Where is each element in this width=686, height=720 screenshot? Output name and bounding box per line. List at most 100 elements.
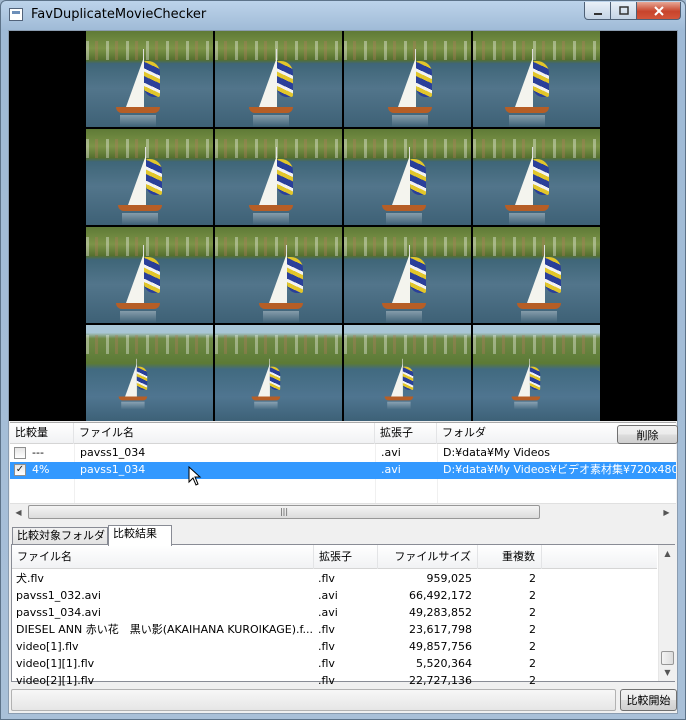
- result-duplicates: 2: [529, 606, 536, 619]
- col-extension[interactable]: 拡張子: [314, 545, 378, 569]
- delete-button[interactable]: 削除: [617, 425, 678, 444]
- video-frame-thumbnail: [473, 31, 600, 127]
- sailboat-icon: [114, 143, 186, 225]
- start-compare-button[interactable]: 比較開始: [620, 689, 677, 711]
- results-list[interactable]: ファイル名 拡張子 ファイルサイズ 重複数 犬.flv .flv 959,025 2 p…: [11, 544, 675, 687]
- result-extension: .flv: [318, 572, 335, 585]
- result-filesize: 23,617,798: [409, 623, 472, 636]
- scroll-right-icon[interactable]: ▶: [658, 504, 675, 521]
- row-score: ---: [32, 446, 44, 459]
- video-frame-thumbnail: [215, 31, 342, 127]
- maximize-icon: [618, 5, 629, 15]
- app-icon: [9, 8, 23, 21]
- scroll-up-icon[interactable]: ▲: [659, 545, 676, 562]
- tab-results[interactable]: 比較結果: [108, 525, 172, 546]
- match-list[interactable]: 比較量 ファイル名 拡張子 フォルダ 削除 --- pavss1_034 .av…: [10, 422, 678, 508]
- result-filename: pavss1_034.avi: [16, 606, 101, 619]
- match-row[interactable]: --- pavss1_034 .avi D:¥data¥My Videos: [10, 445, 676, 462]
- result-duplicates: 2: [529, 572, 536, 585]
- maximize-button[interactable]: [611, 2, 637, 20]
- result-filename: DIESEL ANN 赤い花 黒い影(AKAIHANA KUROIKAGE).f…: [16, 623, 314, 636]
- video-frame-thumbnail: [344, 31, 471, 127]
- sailboat-icon: [255, 241, 327, 323]
- result-filename: video[1].flv: [16, 640, 79, 653]
- video-frame-thumbnail: [473, 325, 600, 421]
- row-extension: .avi: [381, 446, 401, 459]
- col-filesize[interactable]: ファイルサイズ: [378, 545, 478, 569]
- video-frame-thumbnail: [86, 129, 213, 225]
- sailboat-icon: [112, 45, 184, 127]
- shoreline: [86, 334, 213, 354]
- app-window: FavDuplicateMovieChecker 比較量 ファイル名 拡張子 フ…: [0, 0, 686, 720]
- result-row[interactable]: pavss1_034.avi .avi 49,283,852 2: [12, 604, 657, 621]
- sailboat-icon: [116, 356, 163, 410]
- match-list-header: 比較量 ファイル名 拡張子 フォルダ 削除: [10, 423, 678, 444]
- shoreline: [215, 334, 342, 354]
- result-filename: pavss1_032.avi: [16, 589, 101, 602]
- result-filename: 犬.flv: [16, 572, 44, 585]
- video-frame-thumbnail: [344, 227, 471, 323]
- row-checkbox-checked[interactable]: ✓: [14, 464, 26, 476]
- result-extension: .flv: [318, 674, 335, 687]
- shoreline: [473, 334, 600, 354]
- result-filesize: 959,025: [426, 572, 473, 585]
- result-duplicates: 2: [529, 589, 536, 602]
- result-row[interactable]: pavss1_032.avi .avi 66,492,172 2: [12, 587, 657, 604]
- col-filename[interactable]: ファイル名: [74, 423, 375, 444]
- col-score[interactable]: 比較量: [10, 423, 74, 444]
- match-list-hscrollbar[interactable]: ◀ ||| ▶: [10, 503, 676, 520]
- col-duplicates[interactable]: 重複数: [478, 545, 542, 569]
- row-folder: D:¥data¥My Videos: [443, 446, 550, 459]
- client-area: 比較量 ファイル名 拡張子 フォルダ 削除 --- pavss1_034 .av…: [8, 30, 678, 714]
- video-frame-thumbnail: [86, 31, 213, 127]
- scroll-left-icon[interactable]: ◀: [10, 504, 27, 521]
- close-button[interactable]: [637, 2, 681, 20]
- video-frame-thumbnail: [473, 129, 600, 225]
- sailboat-icon: [501, 143, 573, 225]
- result-row[interactable]: 犬.flv .flv 959,025 2: [12, 570, 657, 587]
- video-frame-thumbnail: [86, 227, 213, 323]
- minimize-button[interactable]: [584, 2, 611, 20]
- scroll-down-icon[interactable]: ▼: [659, 664, 676, 681]
- video-preview: [9, 31, 677, 421]
- results-vscrollbar[interactable]: ▲ ▼: [658, 545, 675, 681]
- result-row[interactable]: video[1][1].flv .flv 5,520,364 2: [12, 655, 657, 672]
- mouse-cursor-icon: [188, 466, 202, 486]
- scroll-thumb[interactable]: |||: [28, 505, 540, 519]
- sailboat-icon: [382, 356, 429, 410]
- row-score: 4%: [32, 463, 50, 476]
- title-bar[interactable]: FavDuplicateMovieChecker: [1, 1, 685, 29]
- row-extension: .avi: [381, 463, 401, 476]
- result-row[interactable]: video[2][1].flv .flv 22,727,136 2: [12, 672, 657, 689]
- result-filename: video[2][1].flv: [16, 674, 95, 687]
- result-duplicates: 2: [529, 640, 536, 653]
- col-extension[interactable]: 拡張子: [375, 423, 437, 444]
- row-checkbox[interactable]: [14, 447, 26, 459]
- video-frame-thumbnail: [473, 227, 600, 323]
- result-duplicates: 2: [529, 674, 536, 687]
- match-row-selected[interactable]: ✓ 4% pavss1_034 .avi D:¥data¥My Videos¥ビ…: [10, 462, 676, 479]
- tab-target-folders[interactable]: 比較対象フォルダ: [12, 527, 108, 545]
- result-duplicates: 2: [529, 657, 536, 670]
- sailboat-icon: [378, 143, 450, 225]
- window-controls: [584, 2, 681, 20]
- row-folder: D:¥data¥My Videos¥ビデオ素材集¥720x480: [443, 463, 676, 476]
- result-row[interactable]: DIESEL ANN 赤い花 黒い影(AKAIHANA KUROIKAGE).f…: [12, 621, 657, 638]
- thumbnail-grid: [86, 31, 602, 421]
- result-extension: .flv: [318, 657, 335, 670]
- col-folder[interactable]: フォルダ: [437, 423, 617, 444]
- result-extension: .flv: [318, 623, 335, 636]
- video-frame-thumbnail: [215, 129, 342, 225]
- result-filesize: 5,520,364: [416, 657, 472, 670]
- result-extension: .avi: [318, 606, 338, 619]
- result-extension: .avi: [318, 589, 338, 602]
- sailboat-icon: [245, 45, 317, 127]
- result-filesize: 49,283,852: [409, 606, 472, 619]
- col-empty: [542, 545, 657, 569]
- col-filename[interactable]: ファイル名: [12, 545, 314, 569]
- sailboat-icon: [249, 356, 296, 410]
- video-frame-thumbnail: [86, 325, 213, 421]
- result-row[interactable]: video[1].flv .flv 49,857,756 2: [12, 638, 657, 655]
- result-filesize: 49,857,756: [409, 640, 472, 653]
- scroll-thumb[interactable]: [661, 651, 674, 665]
